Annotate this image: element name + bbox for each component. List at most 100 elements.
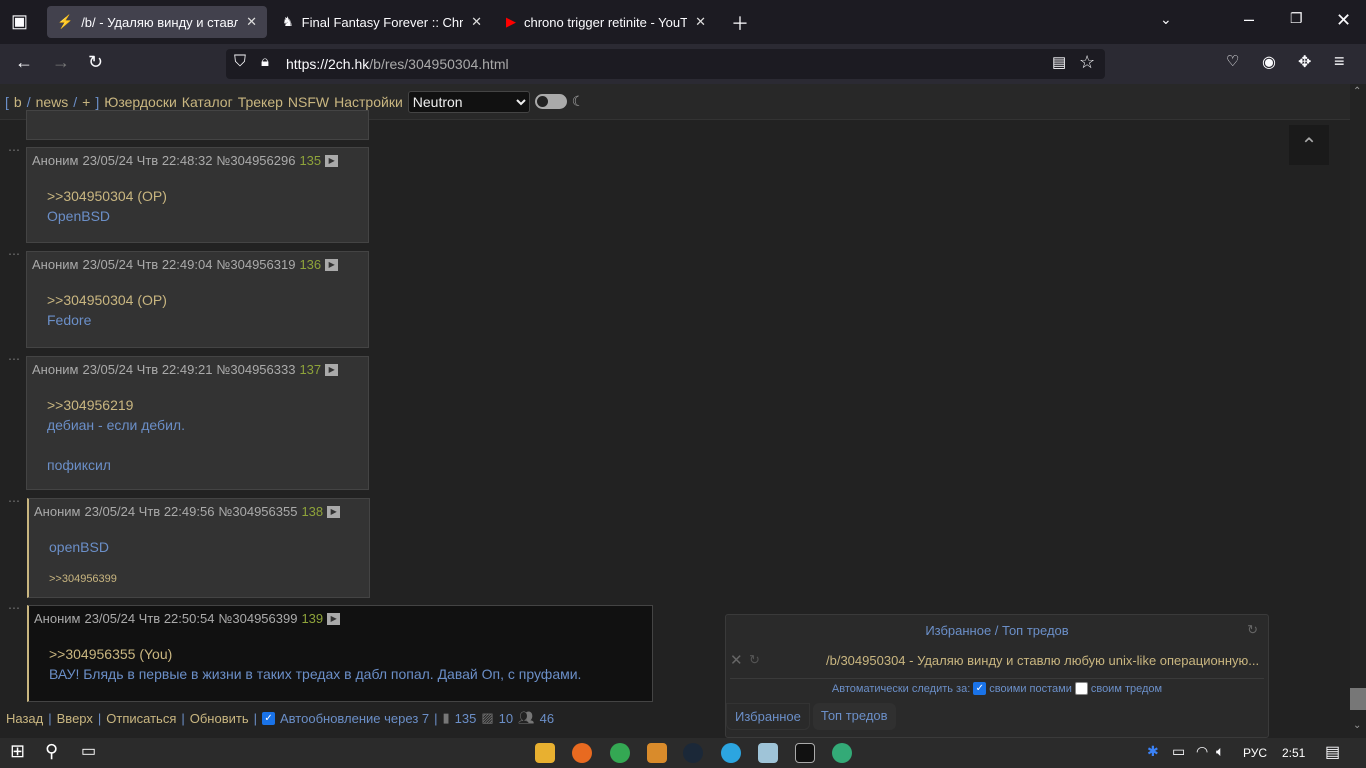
close-window-icon[interactable]: ✕ xyxy=(1336,10,1351,31)
telegram-icon[interactable] xyxy=(721,743,741,763)
post-dots-icon[interactable]: ⋯ xyxy=(8,143,20,157)
tab-top-threads[interactable]: Топ тредов xyxy=(812,703,896,730)
link-settings[interactable]: Настройки xyxy=(334,94,403,110)
close-icon[interactable]: ✕ xyxy=(695,14,706,30)
tab-ff[interactable]: ♞Final Fantasy Forever :: Chrono✕ xyxy=(272,6,492,38)
favorite-thread[interactable]: /b/304950304 - Удаляю винду и ставлю люб… xyxy=(826,653,1259,668)
post: Аноним 23/05/24 Чтв 22:49:04 №304956319 136… xyxy=(26,251,369,348)
board-link-plus[interactable]: + xyxy=(82,94,90,110)
scroll-up-icon[interactable]: ⌃ xyxy=(1353,86,1361,97)
scroll-top-button[interactable]: ⌃ xyxy=(1289,125,1329,165)
reply-link[interactable]: >>304950304 (OP) xyxy=(47,186,167,206)
post: Аноним 23/05/24 Чтв 22:48:32 №304956296 135… xyxy=(26,147,369,243)
link-userboards[interactable]: Юзердоски xyxy=(104,94,177,110)
post-dots-icon[interactable]: ⋯ xyxy=(8,494,20,508)
bluetooth-icon[interactable]: ✱ xyxy=(1147,743,1159,760)
post-id[interactable]: №304956319 xyxy=(216,257,295,272)
board-link-news[interactable]: news xyxy=(36,94,69,110)
link-nsfw[interactable]: NSFW xyxy=(288,94,329,110)
extensions-icon[interactable]: ✥ xyxy=(1298,52,1311,72)
post: Аноним 23/05/24 Чтв 22:49:56 №304956355 138… xyxy=(27,498,370,598)
tab-favorites[interactable]: Избранное xyxy=(726,703,810,730)
reload-icon[interactable]: ↻ xyxy=(88,52,103,73)
app-icon[interactable] xyxy=(647,743,667,763)
link-tracker[interactable]: Трекер xyxy=(238,94,283,110)
cmd-icon[interactable] xyxy=(795,743,815,763)
url-bar[interactable]: ⛉ 🔒︎ https://2ch.hk/b/res/304950304.html… xyxy=(226,49,1105,79)
pocket-icon[interactable]: ♡ xyxy=(1226,52,1239,70)
search-icon[interactable]: ⚲ xyxy=(45,741,58,762)
post-id[interactable]: №304956333 xyxy=(216,362,295,377)
bookmark-star-icon[interactable]: ☆ xyxy=(1079,52,1095,73)
reply-link[interactable]: >>304956219 xyxy=(47,395,185,415)
notifications-icon[interactable]: ▤ xyxy=(1325,742,1340,762)
post-menu-icon[interactable]: ▶ xyxy=(325,258,339,271)
post-menu-icon[interactable]: ▶ xyxy=(325,154,339,167)
autoupdate-checkbox[interactable]: ✓ xyxy=(262,711,276,725)
post-text: дебиан - если дебил. xyxy=(47,417,185,433)
clock[interactable]: 2:51 xyxy=(1282,746,1305,760)
restore-icon[interactable]: ❐ xyxy=(1290,10,1303,27)
dark-mode-toggle[interactable] xyxy=(534,94,567,109)
account-icon[interactable]: ◉ xyxy=(1262,52,1276,72)
language-indicator[interactable]: РУС xyxy=(1243,746,1267,760)
backlink[interactable]: >>304956399 xyxy=(49,569,117,589)
new-tab-icon[interactable]: ＋ xyxy=(731,10,749,36)
reply-link[interactable]: >>304950304 (OP) xyxy=(47,290,167,310)
tab-2ch[interactable]: ⚡/b/ - Удаляю винду и ставлю любую✕ xyxy=(47,6,267,38)
refresh-link[interactable]: Обновить xyxy=(190,711,249,726)
post-menu-icon[interactable]: ▶ xyxy=(327,612,341,625)
emulator-icon[interactable] xyxy=(832,743,852,763)
post-text xyxy=(47,435,185,455)
watch-own-posts-checkbox[interactable]: ✓ xyxy=(973,682,987,695)
post-dots-icon[interactable]: ⋯ xyxy=(8,247,20,261)
images-icon: ▨ xyxy=(481,710,494,725)
top-link[interactable]: Вверх xyxy=(57,711,93,726)
notepad-icon[interactable] xyxy=(758,743,778,763)
windows-start-icon[interactable]: ⊞ xyxy=(10,741,25,762)
wifi-icon[interactable]: ◠ xyxy=(1196,743,1208,760)
firefox-icon[interactable] xyxy=(572,743,592,763)
refresh-thread-icon[interactable]: ↻ xyxy=(749,652,760,668)
page-scrollbar[interactable]: ⌃ ⌄ xyxy=(1350,84,1366,738)
minimize-icon[interactable]: – xyxy=(1244,9,1254,30)
post-id[interactable]: №304956399 xyxy=(218,611,297,626)
lock-icon[interactable]: 🔒︎ xyxy=(261,53,269,70)
board-link-b[interactable]: b xyxy=(14,94,22,110)
favorites-panel: Избранное / Топ тредов ↻ ✕ ↻ /b/30495030… xyxy=(725,614,1269,738)
post-menu-icon[interactable]: ▶ xyxy=(325,363,339,376)
scroll-down-icon[interactable]: ⌄ xyxy=(1353,720,1361,731)
file-explorer-icon[interactable] xyxy=(535,743,555,763)
chrome-icon[interactable] xyxy=(610,743,630,763)
menu-icon[interactable]: ≡ xyxy=(1334,51,1345,72)
chevron-down-icon[interactable]: ⌄ xyxy=(1160,11,1172,28)
tab-list-icon[interactable]: ▣ xyxy=(11,11,28,32)
shield-icon[interactable]: ⛉ xyxy=(234,53,246,71)
back-icon[interactable]: ← xyxy=(15,52,33,73)
post-dots-icon[interactable]: ⋯ xyxy=(8,601,20,615)
close-icon[interactable]: ✕ xyxy=(471,14,482,30)
reply-link[interactable]: >>304956355 (You) xyxy=(49,644,581,664)
refresh-icon[interactable]: ↻ xyxy=(1247,622,1258,638)
back-link[interactable]: Назад xyxy=(6,711,43,726)
post-dots-icon[interactable]: ⋯ xyxy=(8,352,20,366)
theme-select[interactable]: Neutron xyxy=(407,90,530,113)
link-catalog[interactable]: Каталог xyxy=(182,94,233,110)
post-menu-icon[interactable]: ▶ xyxy=(327,505,341,518)
volume-icon[interactable]: 🔈︎ xyxy=(1216,743,1224,760)
close-icon[interactable]: ✕ xyxy=(246,14,257,30)
moogle-icon: ♞ xyxy=(282,14,294,29)
battery-icon[interactable]: ▭ xyxy=(1172,743,1185,760)
remove-icon[interactable]: ✕ xyxy=(730,651,743,669)
task-view-icon[interactable]: ▭ xyxy=(81,741,96,761)
post-id[interactable]: №304956355 xyxy=(218,504,297,519)
tab-youtube[interactable]: ▶ chrono trigger retinite - YouTub ✕ xyxy=(496,6,716,38)
reader-view-icon[interactable]: ▤ xyxy=(1052,53,1066,71)
unsubscribe-link[interactable]: Отписаться xyxy=(106,711,176,726)
steam-icon[interactable] xyxy=(683,743,703,763)
post-author: Аноним xyxy=(32,153,79,168)
post-number: 136 xyxy=(299,257,322,272)
post-id[interactable]: №304956296 xyxy=(216,153,295,168)
scrollbar-thumb[interactable] xyxy=(1350,688,1366,710)
watch-own-thread-checkbox[interactable] xyxy=(1074,682,1088,695)
